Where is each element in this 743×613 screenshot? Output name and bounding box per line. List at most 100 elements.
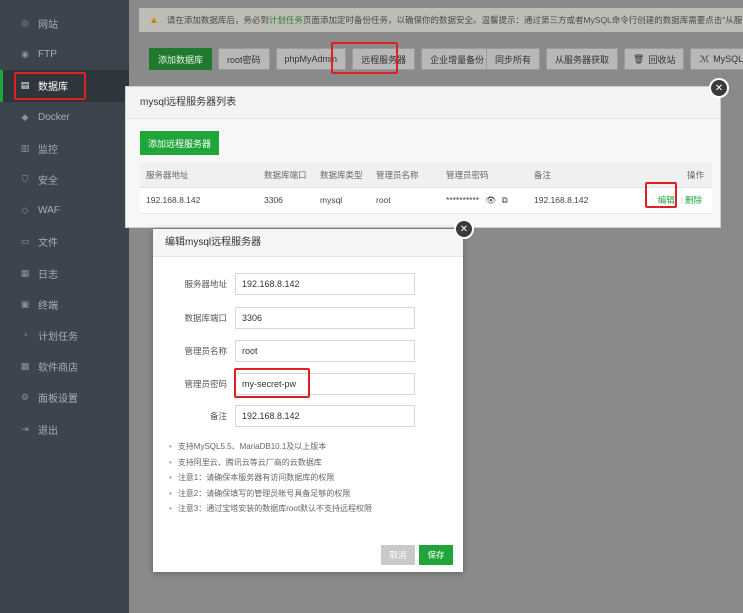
form-row-remark: 备注 192.168.8.142 [153,405,415,427]
settings-icon: ⚙ [20,392,30,403]
close-list-modal-icon[interactable]: ✕ [709,78,729,98]
copy-icon[interactable]: ⧉ [502,195,508,205]
modal-title: 编辑mysql远程服务器 [153,229,463,257]
root-password-button[interactable]: root密码 [218,48,270,70]
sidebar-item-website[interactable]: ◎ 网站 [0,8,129,39]
toolbar-right: 同步所有 从服务器获取 🗑回收站 ℳMySQL 5.7.44 [486,48,743,70]
tip-item: 注意1：请确保本服务器有访问数据库的权限 [169,470,372,486]
sidebar-item-terminal[interactable]: ▣ 终端 [0,289,129,320]
col-password: 管理员密码 [440,163,528,188]
password-highlight-box [234,368,310,398]
tip-item: 支持MySQL5.5、MariaDB10.1及以上版本 [169,439,372,455]
sidebar-item-label: 退出 [38,425,58,437]
field-label: 备注 [209,411,227,421]
folder-icon: ▭ [20,236,30,247]
notice-cron-link[interactable]: 计划任务 [269,14,303,26]
form-row-admin: 管理员名称 root [153,340,415,362]
mysql-icon: ℳ [699,53,710,64]
add-remote-server-button[interactable]: 添加远程服务器 [140,131,220,155]
db-port-input[interactable]: 3306 [235,307,415,329]
sidebar-item-waf[interactable]: ◇ WAF [0,195,129,226]
log-icon: ▦ [20,267,30,278]
notice-suffix: 页面添加定时备份任务，以确保你的数据安全。温馨提示：通过第三方或者MySQL命令… [302,15,743,25]
sidebar-item-security[interactable]: ⛉ 安全 [0,164,129,195]
add-database-button[interactable]: 添加数据库 [149,48,213,70]
enterprise-backup-button[interactable]: 企业增量备份 [421,48,494,70]
sidebar-item-label: Docker [38,111,70,123]
modal-title: mysql远程服务器列表 [126,87,720,119]
sidebar: ◎ 网站 ◉ FTP ▤ 数据库 ◆ Docker ▥ 监控 ⛉ 安全 ◇ WAF ▭ 文件 ▦… [0,0,129,613]
sidebar-item-files[interactable]: ▭ 文件 [0,226,129,257]
trash-icon: 🗑 [633,53,645,64]
sidebar-item-label: 终端 [38,300,58,312]
remote-server-highlight-box [331,42,398,74]
field-label: 服务器地址 [184,279,227,289]
sidebar-item-monitor[interactable]: ▥ 监控 [0,133,129,164]
cell-address: 192.168.8.142 [140,187,258,214]
col-admin: 管理员名称 [370,163,440,188]
fetch-from-server-button[interactable]: 从服务器获取 [546,48,619,70]
cell-remark: 192.168.8.142 [528,187,628,214]
cancel-button[interactable]: 取消 [381,545,415,565]
recycle-bin-button[interactable]: 🗑 回收站 [624,48,685,70]
eye-icon[interactable]: 👁 [485,195,496,205]
sidebar-item-label: 文件 [38,238,58,250]
sync-all-button[interactable]: 同步所有 [486,48,541,70]
remote-server-list-modal: mysql远程服务器列表 添加远程服务器 服务器地址 数据库端口 数据库类型 管… [125,86,721,228]
form-row-address: 服务器地址 192.168.8.142 [153,273,415,295]
sidebar-item-label: WAF [38,205,60,217]
col-remark: 备注 [528,163,628,188]
edit-remote-server-modal: 编辑mysql远程服务器 服务器地址 192.168.8.142 数据库端口 3… [153,229,463,572]
sidebar-item-label: 计划任务 [38,331,78,343]
warning-icon: ▲ [149,14,159,26]
save-button[interactable]: 保存 [419,545,453,565]
field-label: 管理员名称 [184,346,227,356]
tips-list: 支持MySQL5.5、MariaDB10.1及以上版本 支持阿里云、腾讯云等云厂… [169,439,372,517]
waf-icon: ◇ [21,205,29,216]
store-icon: ▩ [20,361,30,372]
shield-icon: ⛉ [21,174,29,185]
remark-input[interactable]: 192.168.8.142 [235,405,415,427]
monitor-icon: ▥ [20,142,30,153]
tip-item: 注意2：请确保填写的管理员帐号具备足够的权限 [169,486,372,502]
close-edit-modal-icon[interactable]: ✕ [454,219,474,239]
field-label: 管理员密码 [184,379,227,389]
masked-password: ********** [446,194,480,205]
table-row: 192.168.8.142 3306 mysql root **********… [140,187,712,214]
sidebar-item-settings[interactable]: ⚙ 面板设置 [0,382,129,413]
mysql-version-label: MySQL 5.7.44 [713,54,743,64]
table-header-row: 服务器地址 数据库端口 数据库类型 管理员名称 管理员密码 备注 操作 [140,163,712,188]
recycle-bin-label: 回收站 [648,54,676,65]
server-address-input[interactable]: 192.168.8.142 [235,273,415,295]
notice-prefix: 请在添加数据库后，务必到 [166,15,269,25]
delete-link[interactable]: 删除 [685,195,702,205]
terminal-icon: ▣ [20,298,30,309]
field-label: 数据库端口 [184,313,227,323]
sidebar-item-cron[interactable]: ◔ 计划任务 [0,320,129,351]
ops-divider: | [680,195,683,205]
sidebar-item-label: 日志 [38,269,58,281]
tip-item: 注意3：通过宝塔安装的数据库root默认不支持远程权限 [169,501,372,517]
ftp-icon: ◉ [21,49,29,60]
database-highlight-box [14,72,86,100]
sidebar-item-store[interactable]: ▩ 软件商店 [0,351,129,382]
clock-icon: ◔ [22,330,28,341]
notice-bar: ▲ 请在添加数据库后，务必到 计划任务 页面添加定时备份任务，以确保你的数据安全… [139,8,743,32]
sidebar-item-ftp[interactable]: ◉ FTP [0,39,129,70]
cell-password: ********** 👁 ⧉ [440,187,528,214]
sidebar-item-label: 软件商店 [38,363,78,375]
sidebar-item-docker[interactable]: ◆ Docker [0,102,129,133]
col-port: 数据库端口 [258,163,314,188]
sidebar-item-label: FTP [38,49,57,61]
cell-port: 3306 [258,187,314,214]
admin-name-input[interactable]: root [235,340,415,362]
mysql-version-button[interactable]: ℳMySQL 5.7.44 [690,48,743,70]
cell-admin: root [370,187,440,214]
sidebar-item-label: 监控 [38,144,58,156]
sidebar-item-logs[interactable]: ▦ 日志 [0,258,129,289]
form-row-port: 数据库端口 3306 [153,307,415,329]
tip-item: 支持阿里云、腾讯云等云厂商的云数据库 [169,455,372,471]
edit-highlight-box [645,182,677,208]
col-type: 数据库类型 [314,163,370,188]
sidebar-item-logout[interactable]: ⇥ 退出 [0,413,129,444]
